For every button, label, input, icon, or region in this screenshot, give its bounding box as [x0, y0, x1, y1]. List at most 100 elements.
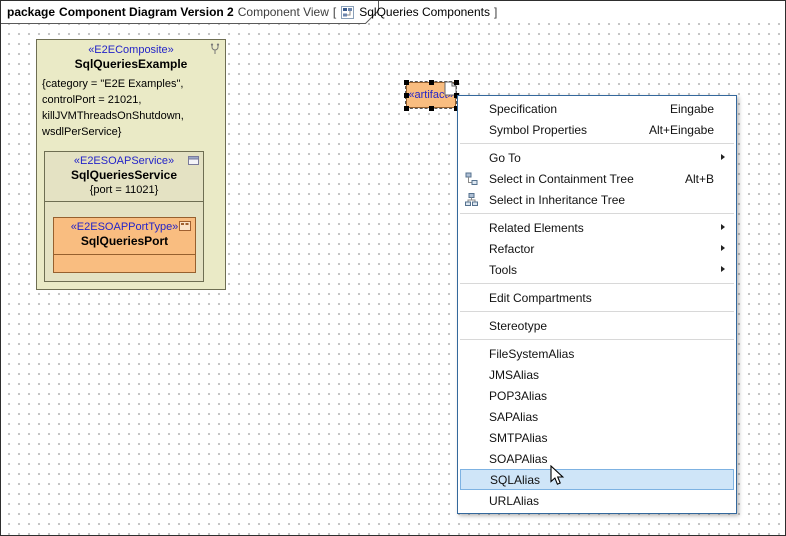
menu-item-label: Related Elements	[489, 221, 584, 235]
menu-item-label: SAPAlias	[489, 410, 538, 424]
menu-separator	[460, 339, 734, 340]
composite-properties: {category = "E2E Examples", controlPort …	[37, 71, 225, 140]
menu-item-smtpalias[interactable]: SMTPAlias	[460, 427, 734, 448]
menu-icon-gutter	[465, 410, 489, 424]
frame-diagram-name: SqlQueries Components	[359, 5, 490, 19]
menu-icon-gutter	[465, 389, 489, 403]
menu-icon-gutter	[465, 452, 489, 466]
menu-item-select-in-inheritance-tree[interactable]: Select in Inheritance Tree	[460, 189, 734, 210]
port-type-stereotype: «E2ESOAPPortType»	[54, 218, 195, 233]
menu-item-urlalias[interactable]: URLAlias	[460, 490, 734, 511]
artifact-selection[interactable]: «artifact»	[404, 80, 459, 111]
service-stereotype: «E2ESOAPService»	[45, 152, 203, 167]
selection-handle[interactable]	[404, 80, 409, 85]
menu-separator	[460, 311, 734, 312]
service-name: SqlQueriesService	[45, 167, 203, 182]
menu-item-label: POP3Alias	[489, 389, 547, 403]
selection-handle[interactable]	[404, 106, 409, 111]
menu-item-label: SMTPAlias	[489, 431, 547, 445]
menu-item-select-in-containment-tree[interactable]: Select in Containment Tree Alt+B	[460, 168, 734, 189]
property-line: {category = "E2E Examples",	[42, 76, 225, 92]
frame-package-name: Component Diagram Version 2	[59, 5, 234, 19]
component-sqlqueriesexample[interactable]: «E2EComposite» SqlQueriesExample {catego…	[36, 39, 226, 290]
frame-bracket-open: [	[333, 5, 336, 19]
menu-item-specification[interactable]: Specification Eingabe	[460, 98, 734, 119]
menu-item-stereotype[interactable]: Stereotype	[460, 315, 734, 336]
menu-icon-gutter	[465, 347, 489, 361]
port-type-name: SqlQueriesPort	[54, 233, 195, 248]
menu-item-label: Select in Inheritance Tree	[489, 193, 625, 207]
menu-icon-gutter	[465, 123, 489, 137]
frame-context-label: Component View	[238, 5, 329, 19]
frame-package-keyword: package	[7, 5, 55, 19]
menu-item-related-elements[interactable]: Related Elements	[460, 217, 734, 238]
menu-icon-gutter	[466, 473, 490, 487]
service-port-property: {port = 11021}	[45, 182, 203, 196]
menu-separator	[460, 143, 734, 144]
menu-item-pop3alias[interactable]: POP3Alias	[460, 385, 734, 406]
menu-item-label: SQLAlias	[490, 473, 540, 487]
submenu-arrow-icon	[721, 224, 725, 230]
menu-item-label: Select in Containment Tree	[489, 172, 634, 186]
menu-item-refactor[interactable]: Refactor	[460, 238, 734, 259]
component-sqlqueriesservice[interactable]: «E2ESOAPService» SqlQueriesService {port…	[44, 151, 204, 282]
menu-icon-gutter	[465, 319, 489, 333]
menu-icon-gutter	[465, 242, 489, 256]
menu-item-label: FileSystemAlias	[489, 347, 574, 361]
menu-item-label: Refactor	[489, 242, 534, 256]
frame-bracket-close: ]	[494, 5, 497, 19]
menu-item-sqlalias[interactable]: SQLAlias	[460, 469, 734, 490]
mouse-cursor	[550, 465, 565, 487]
component-sqlqueriesport[interactable]: «E2ESOAPPortType» SqlQueriesPort	[53, 217, 196, 273]
property-line: controlPort = 21021,	[42, 92, 225, 108]
menu-separator	[460, 213, 734, 214]
property-line: killJVMThreadsOnShutdown,	[42, 108, 225, 124]
menu-item-label: Symbol Properties	[489, 123, 587, 137]
containment-tree-icon	[465, 172, 489, 186]
menu-item-edit-compartments[interactable]: Edit Compartments	[460, 287, 734, 308]
menu-item-label: URLAlias	[489, 494, 539, 508]
menu-item-jmsalias[interactable]: JMSAlias	[460, 364, 734, 385]
menu-icon-gutter	[465, 102, 489, 116]
composite-stereotype: «E2EComposite»	[37, 40, 225, 56]
menu-item-label: SOAPAlias	[489, 452, 547, 466]
selection-handle[interactable]	[454, 80, 459, 85]
menu-separator	[460, 283, 734, 284]
menu-item-symbol-properties[interactable]: Symbol Properties Alt+Eingabe	[460, 119, 734, 140]
selection-handle[interactable]	[429, 80, 434, 85]
menu-item-label: Stereotype	[489, 319, 547, 333]
menu-item-label: Go To	[489, 151, 521, 165]
diagram-frame-header: package Component Diagram Version 2 Comp…	[1, 1, 383, 24]
menu-icon-gutter	[465, 221, 489, 235]
context-menu: Specification Eingabe Symbol Properties Alt…	[457, 95, 737, 514]
menu-item-filesystemalias[interactable]: FileSystemAlias	[460, 343, 734, 364]
menu-item-shortcut: Alt+Eingabe	[649, 123, 728, 137]
submenu-arrow-icon	[721, 266, 725, 272]
menu-item-go-to[interactable]: Go To	[460, 147, 734, 168]
menu-item-label: Specification	[489, 102, 557, 116]
menu-item-tools[interactable]: Tools	[460, 259, 734, 280]
menu-item-sapalias[interactable]: SAPAlias	[460, 406, 734, 427]
menu-icon-gutter	[465, 263, 489, 277]
property-line: wsdlPerService}	[42, 124, 225, 140]
selection-handle[interactable]	[429, 106, 434, 111]
menu-item-shortcut: Eingabe	[670, 102, 728, 116]
menu-icon-gutter	[465, 431, 489, 445]
menu-item-shortcut: Alt+B	[685, 172, 728, 186]
service-icon	[188, 155, 199, 166]
frame-header-text: package Component Diagram Version 2 Comp…	[7, 1, 497, 23]
submenu-arrow-icon	[721, 245, 725, 251]
composite-name: SqlQueriesExample	[37, 56, 225, 71]
menu-item-soapalias[interactable]: SOAPAlias	[460, 448, 734, 469]
menu-icon-gutter	[465, 368, 489, 382]
composite-icon	[209, 43, 221, 55]
compartment-separator	[54, 254, 195, 255]
diagram-editor-window: package Component Diagram Version 2 Comp…	[0, 0, 786, 536]
selection-handle[interactable]	[404, 93, 409, 98]
menu-item-label: Edit Compartments	[489, 291, 592, 305]
menu-icon-gutter	[465, 291, 489, 305]
port-type-icon	[179, 221, 191, 231]
inheritance-tree-icon	[465, 193, 489, 207]
submenu-arrow-icon	[721, 154, 725, 160]
compartment-separator	[45, 201, 203, 202]
